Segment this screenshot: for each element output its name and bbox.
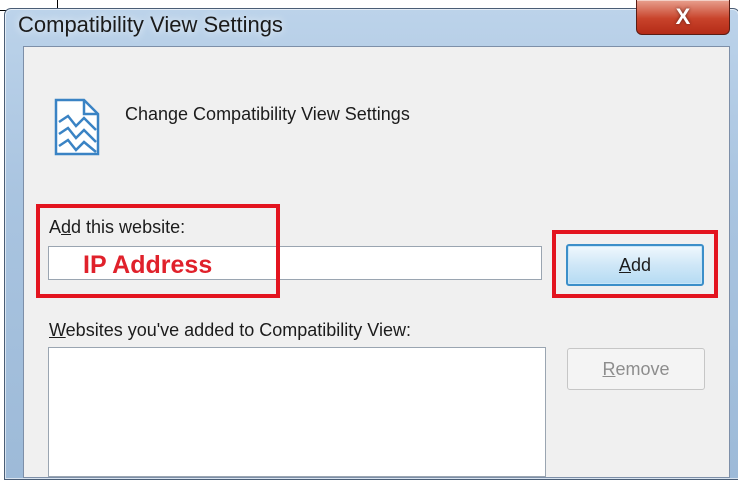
remove-button[interactable]: Remove bbox=[567, 348, 705, 390]
close-icon: X bbox=[675, 4, 691, 29]
document-icon bbox=[54, 98, 100, 156]
websites-list-label: Websites you've added to Compatibility V… bbox=[49, 320, 411, 341]
highlight-box-add-button bbox=[552, 230, 718, 298]
websites-list-label-text: ebsites you've added to Compatibility Vi… bbox=[65, 320, 411, 340]
websites-list-label-accel: W bbox=[49, 320, 66, 340]
websites-list[interactable] bbox=[48, 347, 546, 477]
dialog-heading: Change Compatibility View Settings bbox=[125, 104, 410, 124]
remove-button-accel: R bbox=[602, 358, 616, 379]
close-button[interactable]: X bbox=[636, 0, 730, 35]
window-title: Compatibility View Settings bbox=[18, 12, 283, 37]
remove-button-label: emove bbox=[615, 358, 670, 379]
highlight-box-input bbox=[36, 204, 280, 298]
